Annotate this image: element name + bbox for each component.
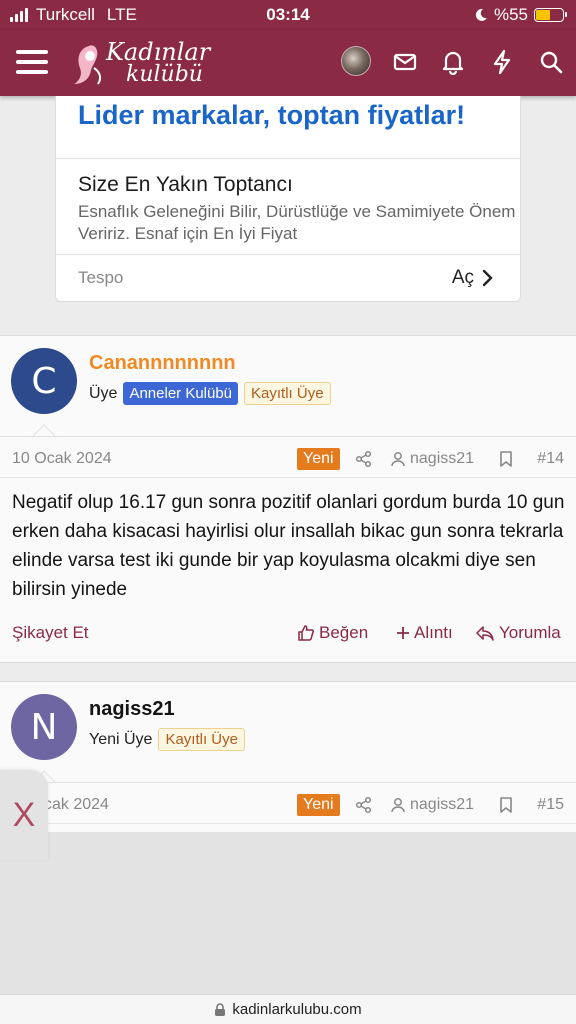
report-button[interactable]: Şikayet Et: [12, 623, 89, 643]
avatar[interactable]: C: [11, 348, 77, 414]
reply-icon: [476, 626, 494, 641]
divider: [56, 158, 520, 159]
ad-open-label: Aç: [451, 267, 474, 288]
avatar-letter: N: [30, 706, 58, 748]
close-ad-button[interactable]: X: [0, 770, 48, 860]
post-number[interactable]: #15: [537, 796, 564, 814]
post-meta: cak 2024 Yeni nagiss21 #15: [0, 794, 576, 818]
post-author-name: nagiss21: [410, 796, 475, 813]
logo-flower-icon: [74, 45, 102, 85]
mail-icon[interactable]: [392, 49, 418, 75]
post-author-name: nagiss21: [410, 450, 475, 467]
user-icon: [391, 798, 405, 813]
battery-icon: [534, 8, 567, 22]
username[interactable]: Canannnnnnnn: [89, 352, 236, 375]
ad-open-button[interactable]: Aç: [452, 267, 494, 289]
new-badge: Yeni: [297, 794, 340, 816]
quote-label: Alıntı: [414, 623, 453, 642]
bolt-icon[interactable]: [489, 49, 515, 75]
logo-text-line2: kulübü: [126, 62, 203, 87]
reply-button[interactable]: Yorumla: [475, 623, 561, 643]
post-message: Negatif olup 16.17 gun sonra pozitif ola…: [12, 492, 565, 600]
bookmark-icon[interactable]: [498, 796, 514, 814]
divider: [0, 436, 576, 437]
status-bar: Turkcell LTE 03:14 %55: [0, 0, 576, 30]
bell-icon[interactable]: [440, 49, 466, 75]
post: N nagiss21 Yeni Üye Kayıtlı Üye cak 2024…: [0, 681, 576, 841]
avatar[interactable]: N: [11, 694, 77, 760]
post-date[interactable]: cak 2024: [44, 796, 109, 814]
ad-title[interactable]: Size En Yakın Toptancı: [78, 173, 293, 197]
user-badge: Kayıtlı Üye: [244, 382, 331, 405]
share-icon[interactable]: [355, 796, 373, 814]
post-number[interactable]: #14: [537, 450, 564, 468]
battery-percent: %55: [493, 5, 528, 24]
post-author[interactable]: nagiss21: [390, 450, 474, 468]
moon-icon: [475, 8, 487, 21]
search-icon[interactable]: [538, 49, 564, 75]
menu-icon[interactable]: [16, 50, 48, 74]
sticky-ad-area: [0, 832, 576, 994]
thumbs-up-icon: [298, 625, 314, 641]
user-role: Yeni Üye: [89, 730, 153, 748]
site-logo[interactable]: Kadınlar kulübü: [70, 36, 220, 90]
divider: [0, 782, 576, 783]
share-icon[interactable]: [355, 450, 373, 468]
user-badge: Anneler Kulübü: [123, 382, 239, 405]
post-meta: 10 Ocak 2024 Yeni nagiss21 #14: [0, 448, 576, 472]
ad-card[interactable]: Lider markalar, toptan fiyatlar! Size En…: [55, 96, 521, 302]
like-button[interactable]: Beğen: [297, 623, 368, 643]
url-text: kadinlarkulubu.com: [232, 1001, 362, 1018]
post-actions: Şikayet Et Beğen Alıntı Yorumla: [0, 623, 576, 647]
user-icon: [391, 452, 405, 467]
new-badge: Yeni: [297, 448, 340, 470]
post: C Canannnnnnnn Üye Anneler Kulübü Kayıtl…: [0, 335, 576, 663]
like-label: Beğen: [319, 623, 369, 642]
user-title: Üye Anneler Kulübü Kayıtlı Üye: [89, 382, 331, 405]
user-role: Üye: [89, 384, 118, 402]
divider: [56, 254, 520, 255]
divider: [0, 823, 576, 824]
plus-icon: [397, 627, 409, 639]
site-header: Kadınlar kulübü: [0, 30, 576, 96]
ad-headline[interactable]: Lider markalar, toptan fiyatlar!: [78, 100, 465, 131]
username[interactable]: nagiss21: [89, 698, 175, 721]
avatar-letter: C: [31, 360, 57, 402]
quote-button[interactable]: Alıntı: [396, 623, 453, 643]
ad-source: Tespo: [78, 268, 124, 287]
userbox-arrow: [31, 424, 57, 450]
user-avatar[interactable]: [341, 46, 371, 76]
post-date[interactable]: 10 Ocak 2024: [12, 450, 112, 468]
user-title: Yeni Üye Kayıtlı Üye: [89, 728, 245, 751]
ad-description: Esnaflık Geleneğini Bilir, Dürüstlüğe ve…: [78, 202, 516, 243]
post-author[interactable]: nagiss21: [390, 796, 474, 814]
reply-label: Yorumla: [499, 623, 561, 642]
user-badge: Kayıtlı Üye: [158, 728, 245, 751]
bookmark-icon[interactable]: [498, 450, 514, 468]
divider: [0, 477, 576, 478]
lock-icon: [215, 1002, 226, 1016]
chevron-right-icon: [482, 269, 493, 287]
close-label: X: [12, 795, 36, 834]
browser-url-bar[interactable]: kadinlarkulubu.com: [0, 994, 576, 1024]
